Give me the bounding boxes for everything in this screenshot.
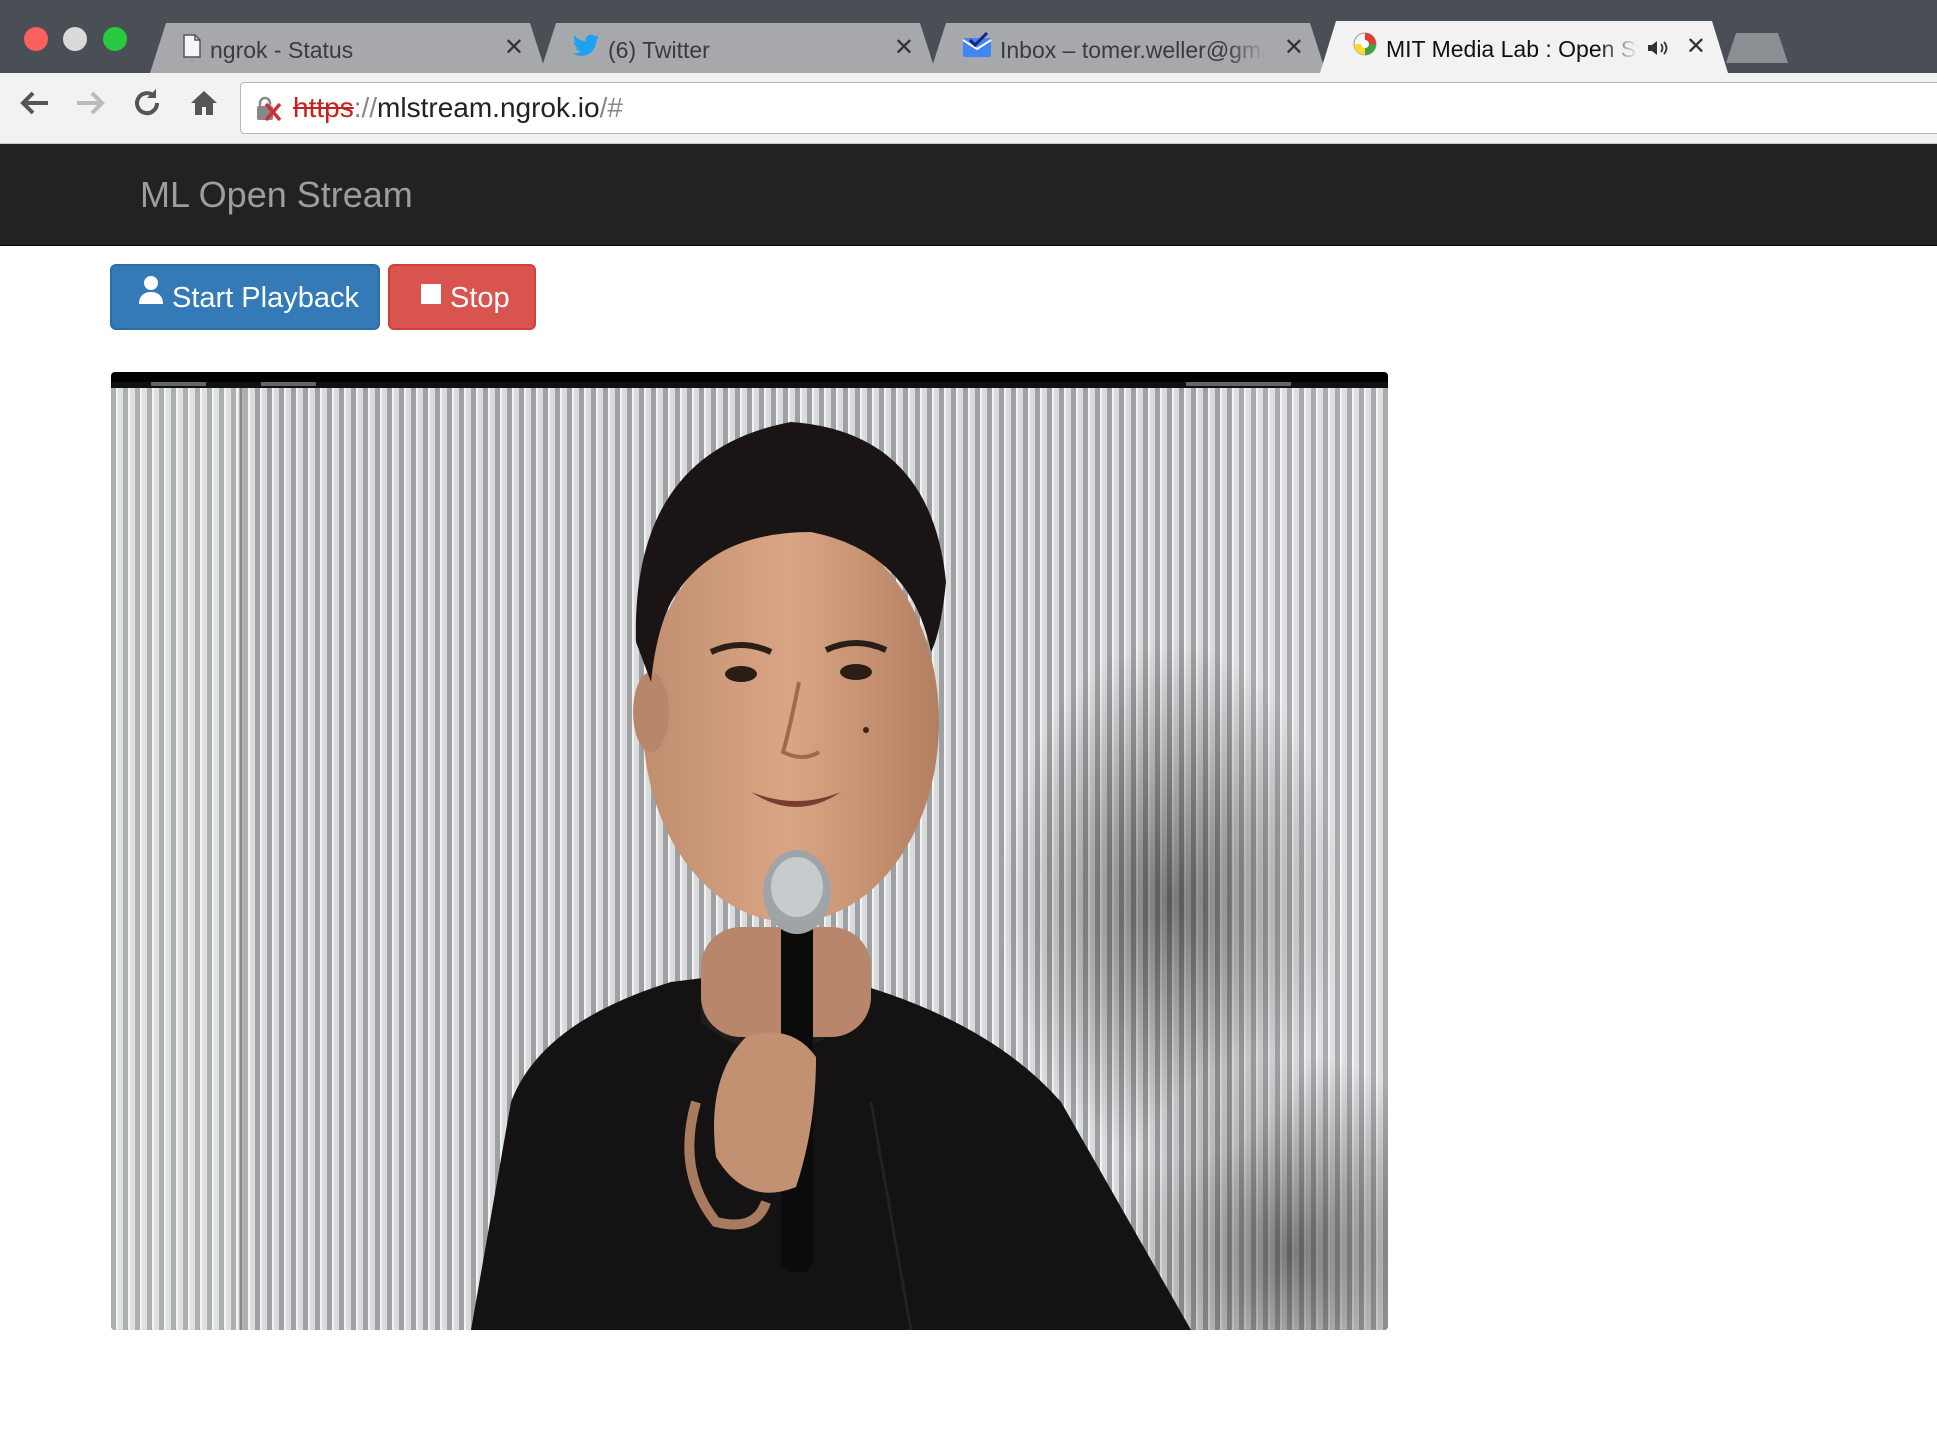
window-close-button[interactable] — [24, 27, 48, 51]
url-separator: :// — [353, 92, 378, 123]
window-minimize-button[interactable] — [63, 27, 87, 51]
close-tab-icon[interactable]: ✕ — [894, 23, 914, 73]
forward-arrow-icon — [77, 91, 105, 115]
tab-title: (6) Twitter — [608, 36, 710, 63]
twitter-bird-icon — [572, 25, 600, 73]
reload-button[interactable] — [127, 87, 167, 127]
browser-tab-strip: ngrok - Status ✕ (6) Twitter ✕ Inbox – t… — [0, 0, 1937, 73]
tab-inbox[interactable]: Inbox – tomer.weller@gmail.com ✕ — [930, 23, 1326, 73]
user-icon — [138, 264, 164, 328]
stop-label: Stop — [450, 282, 510, 314]
video-player[interactable] — [111, 372, 1388, 1330]
insecure-lock-icon — [255, 96, 283, 127]
start-playback-button[interactable]: Start Playback — [110, 264, 380, 330]
home-icon — [191, 91, 217, 115]
tab-ngrok-status[interactable]: ngrok - Status ✕ — [150, 23, 546, 73]
close-tab-icon[interactable]: ✕ — [1284, 23, 1304, 73]
new-tab-button[interactable] — [1726, 33, 1788, 63]
media-lab-icon — [1352, 23, 1378, 73]
tab-mit-media-lab[interactable]: MIT Media Lab : Open Stream ✕ — [1320, 21, 1728, 73]
address-bar[interactable]: https://mlstream.ngrok.io/# — [240, 82, 1937, 134]
site-navbar: ML Open Stream — [0, 144, 1937, 246]
video-frame-speaker-image — [111, 382, 1388, 1330]
home-button[interactable] — [184, 87, 224, 127]
start-playback-label: Start Playback — [172, 282, 359, 314]
window-zoom-button[interactable] — [103, 27, 127, 51]
back-button[interactable] — [15, 87, 55, 127]
site-brand-link[interactable]: ML Open Stream — [140, 144, 413, 245]
close-tab-icon[interactable]: ✕ — [504, 23, 524, 73]
url-scheme: https — [293, 92, 354, 123]
stop-square-icon — [420, 264, 442, 328]
back-arrow-icon — [20, 91, 48, 115]
speaker-icon[interactable] — [1646, 21, 1670, 73]
forward-button[interactable] — [70, 87, 110, 127]
reload-icon — [135, 89, 160, 116]
inbox-check-icon — [962, 25, 992, 73]
document-icon — [182, 25, 202, 73]
tab-title: ngrok - Status — [210, 36, 354, 63]
url-fragment: /# — [599, 92, 623, 123]
url-text: https://mlstream.ngrok.io/# — [293, 83, 623, 133]
stop-button[interactable]: Stop — [388, 264, 536, 330]
browser-toolbar: https://mlstream.ngrok.io/# — [0, 73, 1937, 144]
url-host: mlstream.ngrok.io — [377, 92, 600, 123]
close-tab-icon[interactable]: ✕ — [1686, 21, 1706, 73]
tab-twitter[interactable]: (6) Twitter ✕ — [540, 23, 936, 73]
